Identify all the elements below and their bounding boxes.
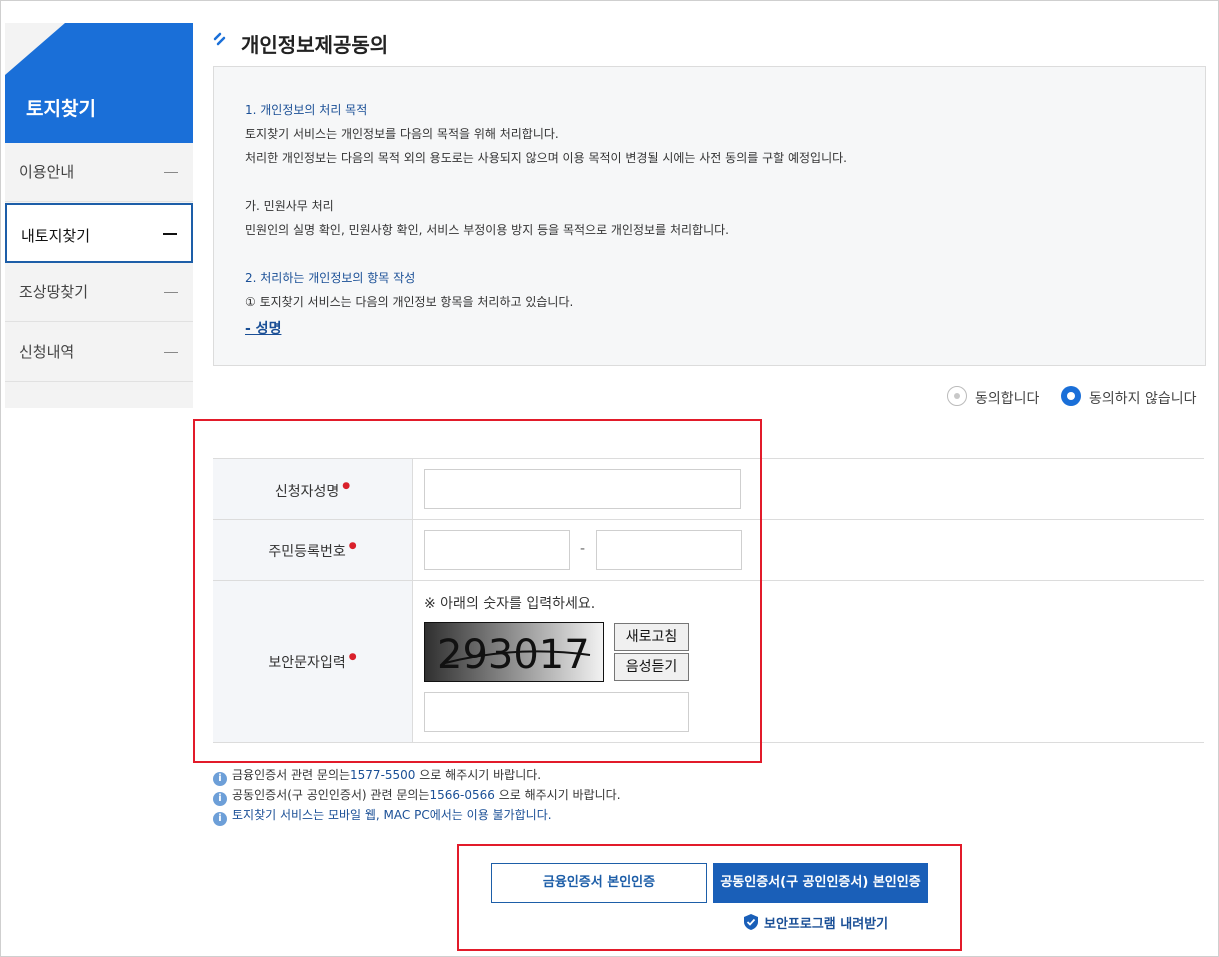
- title-bullet-icon: [213, 32, 226, 46]
- terms-heading-1: 1. 개인정보의 처리 목적: [245, 103, 368, 117]
- terms-heading-2: 가. 민원사무 처리: [245, 199, 334, 213]
- sidebar-item-label: 내토지찾기: [21, 227, 91, 245]
- terms-text: 처리한 개인정보는 다음의 목적 외의 용도로는 사용되지 않으며 이용 목적이…: [245, 151, 847, 165]
- page-title: 개인정보제공동의: [241, 33, 389, 57]
- sidebar-item-history[interactable]: 신청내역: [5, 323, 193, 382]
- sidebar-item-ancestor-land[interactable]: 조상땅찾기: [5, 263, 193, 322]
- disagree-label: 동의하지 않습니다: [1089, 391, 1197, 407]
- terms-text: 토지찾기 서비스는 개인정보를 다음의 목적을 위해 처리합니다.: [245, 127, 559, 141]
- sidebar-item-label: 조상땅찾기: [19, 283, 89, 301]
- collapse-icon: [163, 233, 177, 235]
- info-icon: i: [213, 772, 227, 786]
- collapse-icon: [164, 172, 178, 173]
- terms-heading-3: 2. 처리하는 개인정보의 항목 작성: [245, 271, 416, 285]
- collapse-icon: [164, 352, 178, 353]
- sidebar-item-label: 이용안내: [19, 163, 75, 181]
- terms-text: 민원인의 실명 확인, 민원사항 확인, 서비스 부정이용 방지 등을 목적으로…: [245, 223, 729, 237]
- auth-highlight-box: [457, 844, 962, 951]
- sidebar-item-guide[interactable]: 이용안내: [5, 143, 193, 202]
- info-note-joint: i 공동인증서(구 공인인증서) 관련 문의는1566-0566 으로 해주시기 …: [213, 786, 621, 806]
- agree-radio[interactable]: 동의합니다: [947, 386, 1047, 408]
- terms-name-link[interactable]: - 성명: [245, 318, 281, 338]
- sidebar-item-label: 신청내역: [19, 343, 75, 361]
- info-note-financial: i 금융인증서 관련 문의는1577-5500 으로 해주시기 바랍니다.: [213, 766, 541, 786]
- phone-number: 1577-5500: [350, 768, 416, 782]
- agree-label: 동의합니다: [975, 391, 1040, 407]
- sidebar-item-my-land[interactable]: 내토지찾기: [5, 203, 193, 263]
- radio-circle-icon: [947, 386, 967, 406]
- info-icon: i: [213, 792, 227, 806]
- terms-box: 1. 개인정보의 처리 목적 토지찾기 서비스는 개인정보를 다음의 목적을 위…: [213, 66, 1206, 366]
- sidebar-title: 토지찾기: [26, 98, 96, 120]
- info-note-mobile: i 토지찾기 서비스는 모바일 웹, MAC PC에서는 이용 불가합니다.: [213, 806, 552, 826]
- terms-text: ① 토지찾기 서비스는 다음의 개인정보 항목을 처리하고 있습니다.: [245, 295, 574, 309]
- radio-selected-icon: [1061, 386, 1081, 406]
- disagree-radio[interactable]: 동의하지 않습니다: [1061, 386, 1207, 408]
- collapse-icon: [164, 292, 178, 293]
- phone-number: 1566-0566: [429, 788, 495, 802]
- form-highlight-box: [193, 419, 762, 763]
- info-icon: i: [213, 812, 227, 826]
